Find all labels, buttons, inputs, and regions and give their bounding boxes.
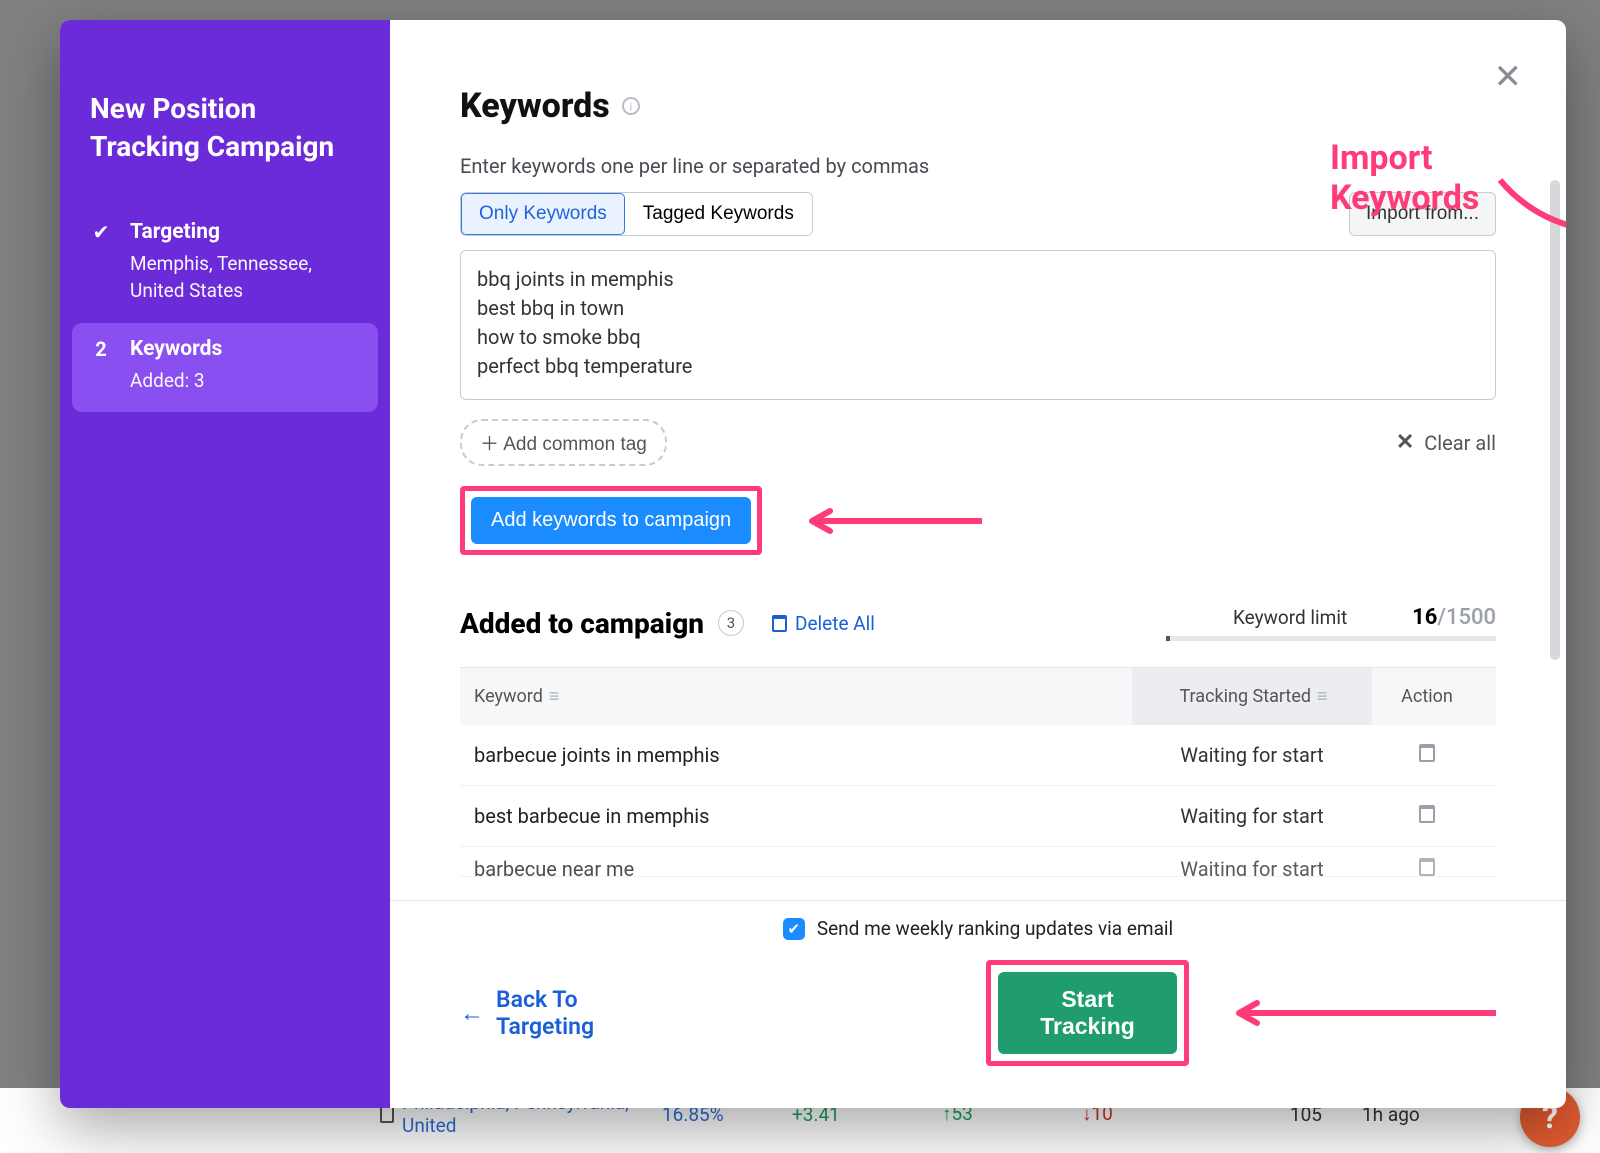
sidebar-step-sub: Memphis, Tennessee, United States [130,250,360,305]
cell-keyword: best barbecue in memphis [474,804,1132,828]
added-heading: Added to campaign [460,607,704,640]
limit-label: Keyword limit [1233,606,1347,629]
info-icon[interactable]: i [622,97,640,115]
row-delete-button[interactable] [1372,857,1482,877]
col-action: Action [1372,686,1482,707]
sidebar-step-keywords[interactable]: 2 Keywords Added: 3 [72,323,378,413]
cell-keyword: barbecue near me [474,857,1132,877]
keyword-limit: Keyword limit 16/1500 [1166,605,1496,641]
sidebar-step-targeting[interactable]: ✔ Targeting Memphis, Tennessee, United S… [60,206,390,323]
annotation-highlight-start: Start Tracking [986,960,1188,1066]
annotation-arrow-start [1219,998,1496,1028]
cell-status: Waiting for start [1132,743,1372,767]
keyword-mode-toggle: Only Keywords Tagged Keywords [460,192,813,236]
weekly-label: Send me weekly ranking updates via email [817,917,1173,940]
add-common-tag-button[interactable]: ＋ Add common tag [460,419,667,466]
back-to-targeting-link[interactable]: ← Back To Targeting [460,986,651,1040]
keywords-textarea[interactable] [460,250,1496,400]
wizard-sidebar: New Position Tracking Campaign ✔ Targeti… [60,20,390,1108]
tab-only-keywords[interactable]: Only Keywords [461,193,625,235]
import-from-button[interactable]: Import from... [1349,192,1496,236]
table-row: barbecue near me Waiting for start [460,847,1496,877]
cell-keyword: barbecue joints in memphis [474,743,1132,767]
sort-icon: ≡ [1317,686,1325,707]
scroll-area: Import Keywords Keywords i Enter keyword… [390,20,1566,900]
clear-all-button[interactable]: ✕ Clear all [1396,430,1496,455]
keywords-table: Keyword≡ Tracking Started≡ Action barbec… [460,667,1496,877]
close-icon: ✕ [1396,430,1414,455]
limit-progress-bar [1166,636,1496,641]
start-tracking-button[interactable]: Start Tracking [998,972,1176,1054]
col-tracking-started[interactable]: Tracking Started≡ [1132,668,1372,725]
row-delete-button[interactable] [1372,743,1482,767]
arrow-left-icon: ← [460,999,484,1028]
limit-max: /1500 [1437,605,1496,630]
annotation-highlight-add: Add keywords to campaign [460,486,762,555]
page-title: Keywords [460,86,610,126]
hint-text: Enter keywords one per line or separated… [460,154,1496,178]
col-keyword[interactable]: Keyword≡ [474,686,1132,707]
tab-tagged-keywords[interactable]: Tagged Keywords [625,193,812,235]
check-icon: ✔ [90,220,112,244]
table-header: Keyword≡ Tracking Started≡ Action [460,668,1496,725]
step-number: 2 [90,337,112,361]
clear-all-label: Clear all [1424,431,1496,455]
weekly-checkbox-row[interactable]: ✔ Send me weekly ranking updates via ema… [460,917,1496,940]
trash-icon [1419,858,1435,876]
sidebar-title: New Position Tracking Campaign [60,90,390,206]
add-keywords-button[interactable]: Add keywords to campaign [471,497,751,544]
cell-status: Waiting for start [1132,804,1372,828]
scrollbar[interactable] [1550,180,1560,660]
sidebar-step-label: Keywords [130,337,222,361]
sidebar-step-label: Targeting [130,220,220,244]
modal: New Position Tracking Campaign ✔ Targeti… [60,20,1566,1108]
delete-all-label: Delete All [795,612,875,635]
delete-all-button[interactable]: Delete All [772,612,875,635]
trash-icon [1419,805,1435,823]
sidebar-step-sub: Added: 3 [130,367,360,395]
table-row: best barbecue in memphis Waiting for sta… [460,786,1496,847]
table-row: barbecue joints in memphis Waiting for s… [460,725,1496,786]
modal-main: ✕ Import Keywords Keywords i Enter keywo… [390,20,1566,1108]
trash-icon [1419,744,1435,762]
modal-footer: ✔ Send me weekly ranking updates via ema… [390,900,1566,1096]
trash-icon [772,615,787,632]
added-count-badge: 3 [718,610,744,636]
cell-status: Waiting for start [1132,857,1372,877]
back-label: Back To Targeting [496,986,651,1040]
limit-used: 16 [1412,605,1437,630]
sort-icon: ≡ [549,686,557,707]
checkbox-checked-icon[interactable]: ✔ [783,918,805,940]
row-delete-button[interactable] [1372,804,1482,828]
annotation-arrow-add [792,506,982,536]
